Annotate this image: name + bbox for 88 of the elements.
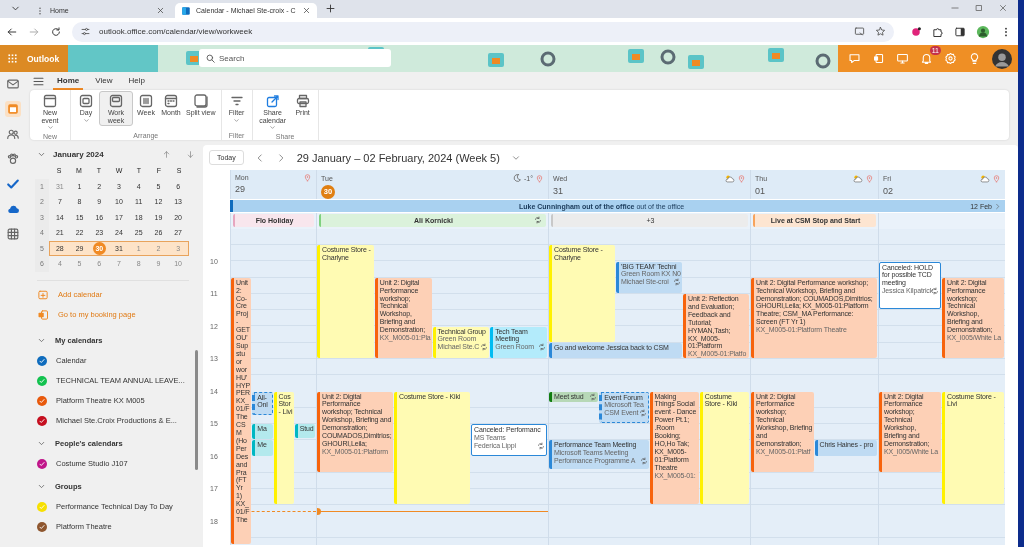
add-calendar-icon xyxy=(37,288,49,301)
cloud-sun-icon xyxy=(724,173,735,184)
repeat-icon xyxy=(538,343,546,352)
moon-icon xyxy=(511,173,522,183)
paw-icon[interactable] xyxy=(5,151,21,167)
calendar-color-dot[interactable] xyxy=(37,375,47,386)
location-pin-icon xyxy=(865,174,874,183)
chat-icon[interactable] xyxy=(847,52,861,65)
calendar-favicon xyxy=(181,5,191,16)
todo-check-icon[interactable] xyxy=(5,176,21,192)
repeat-icon xyxy=(931,287,939,296)
apps-icon[interactable] xyxy=(5,226,21,242)
chevron-down-icon[interactable] xyxy=(37,439,46,448)
user-avatar-icon[interactable] xyxy=(992,48,1013,69)
week-view-icon xyxy=(138,93,154,109)
checkmark-icon xyxy=(39,523,45,530)
day-number: 31 xyxy=(553,186,563,196)
calendar-color-dot[interactable] xyxy=(37,501,47,512)
app-launcher-icon[interactable] xyxy=(6,52,19,65)
repeat-icon xyxy=(639,457,648,466)
mail-icon[interactable] xyxy=(5,76,21,92)
repeat-icon xyxy=(536,441,545,450)
calendar-icon[interactable] xyxy=(5,101,21,117)
checkmark-icon xyxy=(39,377,45,384)
share-icon xyxy=(264,93,281,109)
site-info-icon[interactable] xyxy=(80,26,91,37)
app-name: Outlook xyxy=(27,53,60,64)
settings-icon[interactable] xyxy=(944,52,958,65)
extensions-icon[interactable] xyxy=(932,25,944,38)
day-number: 29 xyxy=(235,184,245,194)
repeat-icon xyxy=(534,216,542,224)
ribbon-tab[interactable]: Help xyxy=(124,72,149,90)
checkmark-icon xyxy=(39,460,45,467)
ribbon-tab[interactable]: View xyxy=(91,72,117,90)
checkmark-icon xyxy=(39,417,45,424)
office-icon[interactable] xyxy=(871,52,885,65)
bookmark-star-icon[interactable] xyxy=(875,26,886,37)
maximize-icon[interactable] xyxy=(974,3,984,13)
checkmark-icon xyxy=(39,397,45,404)
profile-avatar-icon[interactable] xyxy=(976,24,990,39)
cloud-sun-icon xyxy=(852,173,863,184)
day-view-icon xyxy=(78,93,94,109)
month-view-icon xyxy=(163,93,179,109)
repeat-icon xyxy=(589,392,598,401)
search-icon xyxy=(205,53,216,64)
close-icon[interactable] xyxy=(156,6,165,15)
calendar-color-dot[interactable] xyxy=(37,355,47,366)
checkmark-icon xyxy=(39,503,45,510)
monitor-icon[interactable] xyxy=(895,52,909,65)
location-pin-icon xyxy=(535,173,544,183)
checkmark-icon xyxy=(39,357,45,364)
month-title[interactable]: January 2024 xyxy=(53,149,155,159)
location-pin-icon xyxy=(737,174,746,183)
repeat-icon xyxy=(638,409,647,418)
search-field[interactable]: Search xyxy=(199,49,391,67)
new-tab-icon[interactable] xyxy=(325,3,336,14)
repeat-icon xyxy=(672,278,681,287)
reload-icon[interactable] xyxy=(50,25,62,38)
back-icon[interactable] xyxy=(6,25,18,38)
location-pin-icon xyxy=(992,174,1001,183)
day-number: 01 xyxy=(755,186,765,196)
calendar-event[interactable] xyxy=(751,277,877,358)
extension-icon[interactable] xyxy=(910,25,922,38)
day-number: 02 xyxy=(883,186,893,196)
chevron-right-icon xyxy=(994,202,1001,210)
close-icon[interactable] xyxy=(302,6,311,15)
location-pin-icon xyxy=(303,173,312,182)
side-panel-icon[interactable] xyxy=(954,25,966,38)
install-app-icon[interactable] xyxy=(854,26,865,37)
chevron-down-icon[interactable] xyxy=(37,336,46,345)
split-view-icon xyxy=(192,93,209,109)
close-icon[interactable] xyxy=(998,3,1008,13)
date-range-title[interactable]: 29 January – 02 February, 2024 (Week 5) xyxy=(296,151,500,164)
calendar-color-dot[interactable] xyxy=(37,395,47,406)
calendar-color-dot[interactable] xyxy=(37,458,47,469)
repeat-icon xyxy=(480,343,489,352)
work-week-icon xyxy=(108,93,124,109)
previous-month-icon[interactable] xyxy=(162,149,171,159)
next-month-icon[interactable] xyxy=(186,149,195,159)
calendar-icon xyxy=(42,93,58,109)
cloud-sun-icon xyxy=(979,173,990,184)
chevron-down-icon[interactable] xyxy=(37,482,46,491)
bell-icon[interactable] xyxy=(920,52,933,65)
calendar-color-dot[interactable] xyxy=(37,415,47,426)
calendar-color-dot[interactable] xyxy=(37,521,47,532)
printer-icon xyxy=(294,93,311,109)
booking-icon xyxy=(37,308,49,321)
scrollbar[interactable] xyxy=(195,350,198,470)
